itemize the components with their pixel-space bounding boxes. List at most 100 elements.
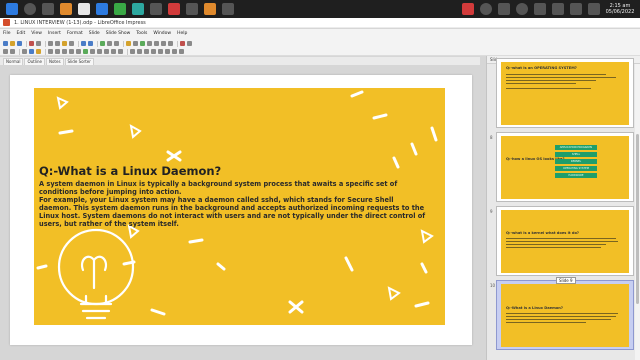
slide-edit-area[interactable]: Q:-What is a Linux Daemon? A system daem… <box>0 65 486 360</box>
tray-icon-6[interactable] <box>552 3 564 15</box>
align-icon[interactable] <box>144 49 149 54</box>
scrollbar-thumb[interactable] <box>636 134 639 304</box>
textbox-icon[interactable] <box>154 41 159 46</box>
media-icon[interactable] <box>133 41 138 46</box>
edge-icon[interactable] <box>96 3 108 15</box>
decor-dash <box>344 256 354 272</box>
line-color-icon[interactable] <box>29 49 34 54</box>
decor-plus-icon <box>166 150 182 162</box>
menu-format[interactable]: Format <box>67 31 83 36</box>
slide-thumbnail[interactable]: 9 Q:-what is a kernel what does it do? <box>490 206 634 276</box>
tray-icon-7[interactable] <box>570 3 582 15</box>
slide-thumbnail[interactable]: 8 Q:-how a linux OS looks like? APPLICAT… <box>490 132 634 202</box>
slide-thumbnail-active[interactable]: 10 Q:-What is a Linux Daemon? <box>490 280 634 350</box>
fontwork-icon[interactable] <box>168 41 173 46</box>
menu-slide[interactable]: Slide <box>89 31 100 36</box>
search-icon[interactable] <box>24 3 36 15</box>
save-icon[interactable] <box>17 41 22 46</box>
app-icon-4[interactable] <box>186 3 198 15</box>
redo-icon[interactable] <box>88 41 93 46</box>
table-icon[interactable] <box>147 41 152 46</box>
menu-edit[interactable]: Edit <box>17 31 26 36</box>
tray-icon-4[interactable] <box>516 3 528 15</box>
app-icon-3[interactable] <box>168 3 180 15</box>
spelling-icon[interactable] <box>100 41 105 46</box>
menu-view[interactable]: View <box>31 31 42 36</box>
chart-icon[interactable] <box>140 41 145 46</box>
curve-icon[interactable] <box>69 49 74 54</box>
print-icon[interactable] <box>36 41 41 46</box>
start-show-icon[interactable] <box>180 41 185 46</box>
clock[interactable]: 2:15 am 05/06/2022 <box>600 3 640 15</box>
crop-icon[interactable] <box>165 49 170 54</box>
basic-shapes-icon[interactable] <box>83 49 88 54</box>
open-icon[interactable] <box>10 41 15 46</box>
store-icon[interactable] <box>114 3 126 15</box>
grid-icon[interactable] <box>107 41 112 46</box>
slide-pane-scrollbar[interactable] <box>635 64 640 360</box>
slide-title[interactable]: Q:-What is a Linux Daemon? <box>39 164 221 178</box>
shadow-icon[interactable] <box>158 49 163 54</box>
export-pdf-icon[interactable] <box>29 41 34 46</box>
app-icon-5[interactable] <box>222 3 234 15</box>
tray-icon-2[interactable] <box>480 3 492 15</box>
arrange-icon[interactable] <box>151 49 156 54</box>
rotate-icon[interactable] <box>137 49 142 54</box>
copy-icon[interactable] <box>55 41 60 46</box>
start-icon[interactable] <box>6 3 18 15</box>
tab-slide-sorter[interactable]: Slide Sorter <box>64 58 94 65</box>
cut-icon[interactable] <box>48 41 53 46</box>
app-icon-2[interactable] <box>150 3 162 15</box>
fill-color-icon[interactable] <box>36 49 41 54</box>
file-explorer-icon[interactable] <box>60 3 72 15</box>
slide-layout-icon[interactable] <box>187 41 192 46</box>
tray-icon-1[interactable] <box>462 3 474 15</box>
tab-outline[interactable]: Outline <box>24 58 45 65</box>
helplines-icon[interactable] <box>114 41 119 46</box>
menu-tools[interactable]: Tools <box>136 31 147 36</box>
wifi-icon[interactable] <box>588 3 600 15</box>
browser-icon[interactable] <box>78 3 90 15</box>
slide-pane: Slides Q:-what is an OPERATING SYSTEM? 8… <box>486 56 640 360</box>
undo-icon[interactable] <box>81 41 86 46</box>
tray-icon-5[interactable] <box>534 3 546 15</box>
clone-icon[interactable] <box>69 41 74 46</box>
menu-slide-show[interactable]: Slide Show <box>106 31 131 36</box>
flowchart-icon[interactable] <box>104 49 109 54</box>
rectangle-icon[interactable] <box>55 49 60 54</box>
connector-icon[interactable] <box>76 49 81 54</box>
filter-icon[interactable] <box>172 49 177 54</box>
image-icon[interactable] <box>126 41 131 46</box>
zoom-icon[interactable] <box>10 49 15 54</box>
slide-number: 9 <box>490 209 493 214</box>
symbol-shapes-icon[interactable] <box>90 49 95 54</box>
paste-icon[interactable] <box>62 41 67 46</box>
callouts-icon[interactable] <box>111 49 116 54</box>
points-icon[interactable] <box>130 49 135 54</box>
tab-notes[interactable]: Notes <box>45 58 64 65</box>
menu-help[interactable]: Help <box>177 31 187 36</box>
decor-dash <box>150 308 166 316</box>
block-arrows-icon[interactable] <box>97 49 102 54</box>
toggle-extrusion-icon[interactable] <box>179 49 184 54</box>
thumbnail-title: Q:-what is an OPERATING SYSTEM? <box>506 66 577 70</box>
slide-thumbnail[interactable]: Q:-what is an OPERATING SYSTEM? <box>496 58 634 128</box>
ellipse-icon[interactable] <box>62 49 67 54</box>
menu-insert[interactable]: Insert <box>48 31 61 36</box>
line-icon[interactable] <box>48 49 53 54</box>
impress-taskbar-icon[interactable] <box>204 3 216 15</box>
new-icon[interactable] <box>3 41 8 46</box>
text-icon[interactable] <box>22 49 27 54</box>
stars-icon[interactable] <box>118 49 123 54</box>
app-icon-1[interactable] <box>132 3 144 15</box>
menu-window[interactable]: Window <box>153 31 171 36</box>
select-icon[interactable] <box>3 49 8 54</box>
menu-file[interactable]: File <box>3 31 11 36</box>
tab-normal[interactable]: Normal <box>3 58 24 65</box>
special-char-icon[interactable] <box>161 41 166 46</box>
toolbar-separator <box>78 40 79 47</box>
tray-icon-3[interactable] <box>498 3 510 15</box>
slide-body-text[interactable]: A system daemon in Linux is typically a … <box>39 180 427 229</box>
task-view-icon[interactable] <box>42 3 54 15</box>
slide-canvas[interactable]: Q:-What is a Linux Daemon? A system daem… <box>10 75 472 345</box>
